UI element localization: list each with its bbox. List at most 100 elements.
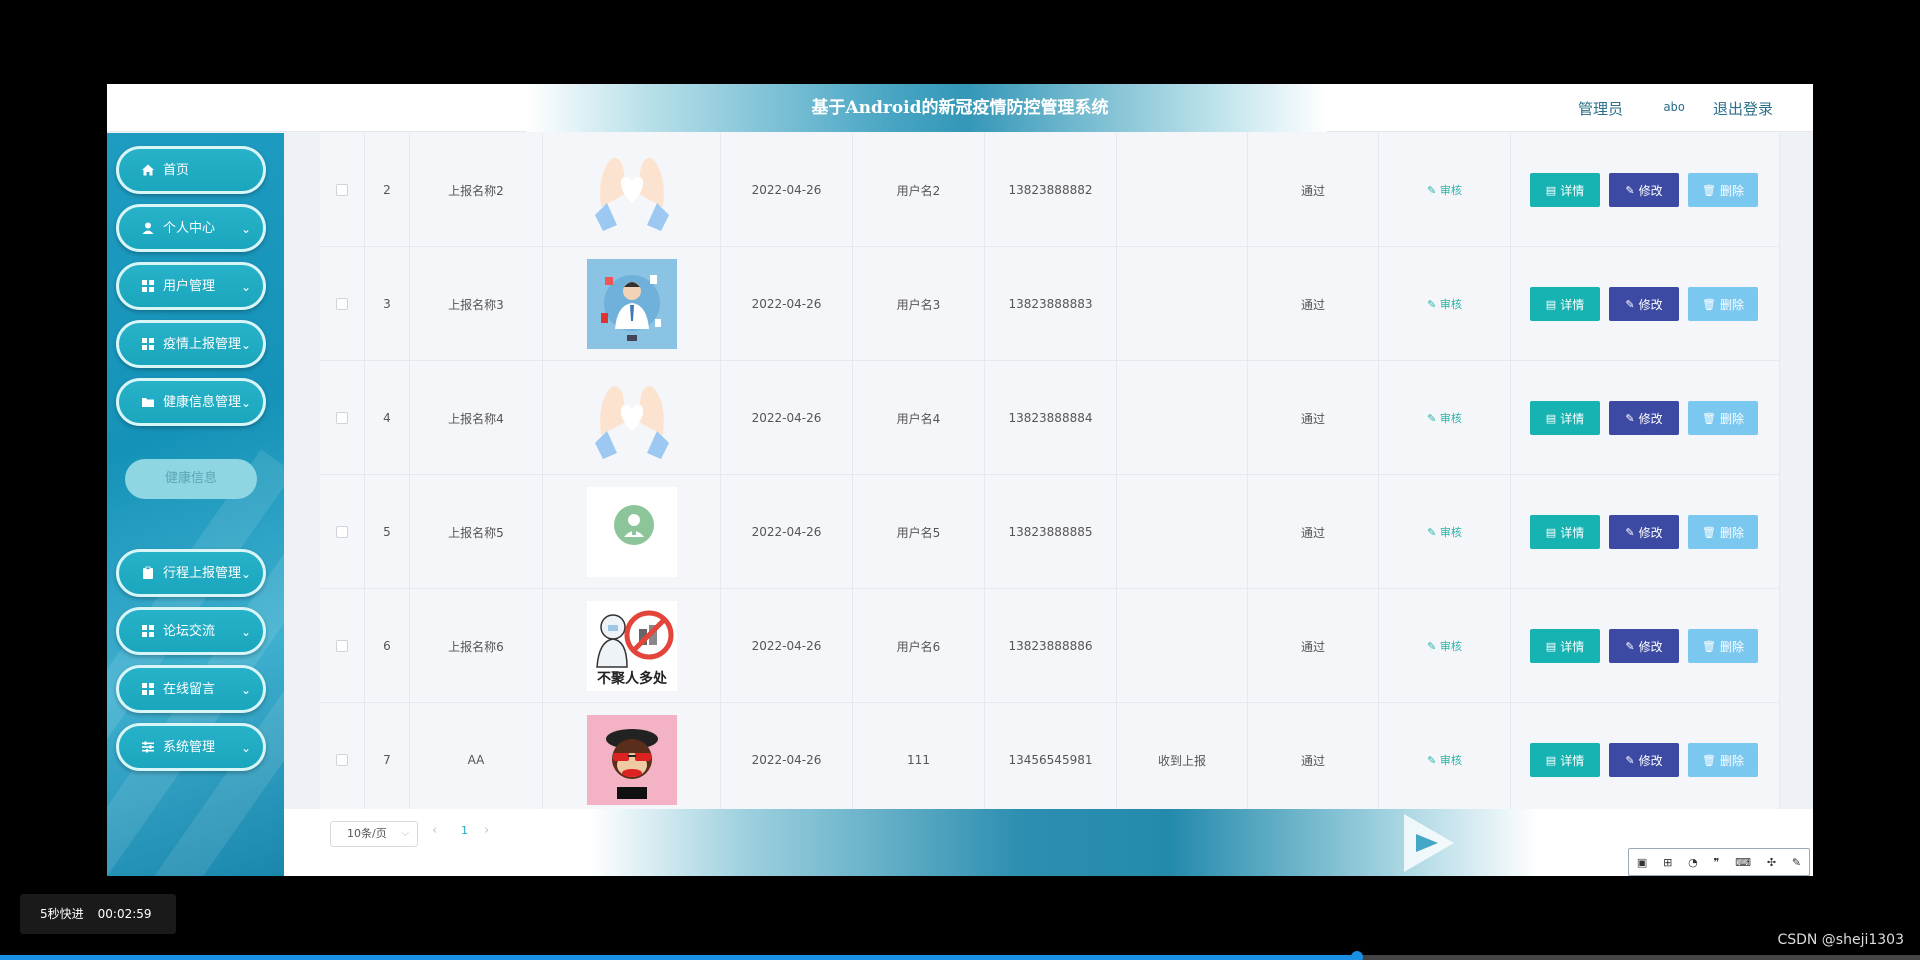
- sidebar-item-3[interactable]: 疫情上报管理 ⌄: [116, 320, 266, 368]
- remark-cell: [1117, 361, 1248, 475]
- pencil-icon: ✎: [1625, 297, 1635, 311]
- table-row: 3 上报名称3 2022-04-26 用户名3 13823888883 通过 ✎ 审核 ▤ 详情…: [320, 247, 1780, 361]
- user-role: 管理员: [1577, 100, 1623, 118]
- row-user: 用户名3: [896, 297, 941, 312]
- actions-cell: ▤ 详情 ✎ 修改 🗑 删除: [1511, 361, 1780, 475]
- medic-badge-image[interactable]: [586, 487, 677, 577]
- heart-hands-image[interactable]: [586, 373, 677, 463]
- delete-button[interactable]: 🗑 删除: [1688, 515, 1758, 549]
- audit-link[interactable]: ✎ 审核: [1427, 296, 1462, 312]
- next-page-button[interactable]: ›: [484, 823, 489, 838]
- edit-button[interactable]: ✎ 修改: [1609, 515, 1679, 549]
- row-phone: 13823888883: [1008, 297, 1093, 311]
- status-cell: 通过: [1248, 589, 1379, 703]
- detail-button[interactable]: ▤ 详情: [1530, 401, 1600, 435]
- sidebar-item-2[interactable]: 用户管理 ⌄: [116, 262, 266, 310]
- detail-button[interactable]: ▤ 详情: [1530, 743, 1600, 777]
- wrench-icon[interactable]: ✎: [1792, 856, 1801, 869]
- toolbar-icon-2[interactable]: ⊞: [1663, 856, 1672, 869]
- detail-button[interactable]: ▤ 详情: [1530, 515, 1600, 549]
- delete-button[interactable]: 🗑 删除: [1688, 173, 1758, 207]
- row-checkbox[interactable]: [336, 754, 348, 766]
- detail-button[interactable]: ▤ 详情: [1530, 629, 1600, 663]
- sidebar-item-label: 健康信息管理: [163, 395, 242, 410]
- delete-button[interactable]: 🗑 删除: [1688, 401, 1758, 435]
- submenu-item-health-info[interactable]: 健康信息: [125, 459, 257, 499]
- audit-link[interactable]: ✎ 审核: [1427, 638, 1462, 654]
- no-gathering-image[interactable]: 不聚人多处: [586, 601, 677, 691]
- video-progress-bar[interactable]: [0, 951, 1920, 960]
- row-checkbox[interactable]: [336, 298, 348, 310]
- sidebar-item-4[interactable]: 健康信息管理 ⌄: [116, 378, 266, 426]
- settings-icon[interactable]: ✣: [1767, 856, 1776, 869]
- user-icon: [141, 221, 155, 235]
- sidebar-item-label: 在线留言: [163, 682, 216, 697]
- row-name: 上报名称4: [448, 411, 504, 426]
- sidebar-item-6[interactable]: 论坛交流 ⌄: [116, 607, 266, 655]
- edit-button[interactable]: ✎ 修改: [1609, 743, 1679, 777]
- remark-cell: [1117, 247, 1248, 361]
- page-size-select[interactable]: 10条/页 ⌵: [330, 821, 418, 847]
- trash-icon: 🗑: [1702, 183, 1716, 197]
- index-cell: 7: [365, 703, 410, 817]
- row-checkbox[interactable]: [336, 640, 348, 652]
- heart-hands-image[interactable]: [586, 145, 677, 235]
- toolbar-icon-1[interactable]: ▣: [1637, 856, 1647, 869]
- actions-cell: ▤ 详情 ✎ 修改 🗑 删除: [1511, 589, 1780, 703]
- row-user: 111: [907, 753, 930, 767]
- table-row: 7 AA 2022-04-26 111 13456545981 收到上报 通过 ✎ 审核 ▤ 详情…: [320, 703, 1780, 817]
- page-number-1[interactable]: 1: [461, 824, 468, 837]
- checkbox-cell: [320, 247, 365, 361]
- sidebar-item-0[interactable]: 首页: [116, 146, 266, 194]
- remark-cell: [1117, 133, 1248, 247]
- prev-page-button[interactable]: ‹: [432, 823, 437, 838]
- cartoon-avatar-image[interactable]: [586, 715, 677, 805]
- sidebar-item-5[interactable]: 行程上报管理 ⌄: [116, 549, 266, 597]
- edit-button[interactable]: ✎ 修改: [1609, 173, 1679, 207]
- audit-link[interactable]: ✎ 审核: [1427, 752, 1462, 768]
- edit-button[interactable]: ✎ 修改: [1609, 401, 1679, 435]
- page-size-value: 10条/页: [347, 827, 387, 840]
- edit-pen-icon: ✎: [1427, 184, 1440, 197]
- delete-button[interactable]: 🗑 删除: [1688, 629, 1758, 663]
- edit-button[interactable]: ✎ 修改: [1609, 629, 1679, 663]
- trash-icon: 🗑: [1702, 753, 1716, 767]
- sidebar-item-1[interactable]: 个人中心 ⌄: [116, 204, 266, 252]
- image-cell: [543, 703, 721, 817]
- detail-button[interactable]: ▤ 详情: [1530, 287, 1600, 321]
- toolbar-icon-3[interactable]: ◔: [1688, 856, 1698, 869]
- checkbox-cell: [320, 703, 365, 817]
- phone-cell: 13823888886: [985, 589, 1117, 703]
- sidebar-item-label: 系统管理: [163, 740, 216, 755]
- progress-knob[interactable]: [1351, 951, 1364, 960]
- detail-button[interactable]: ▤ 详情: [1530, 173, 1600, 207]
- row-checkbox[interactable]: [336, 526, 348, 538]
- edit-button-label: 修改: [1638, 639, 1663, 654]
- image-cell: [543, 133, 721, 247]
- doctor-image[interactable]: [586, 259, 677, 349]
- sidebar-item-8[interactable]: 系统管理 ⌄: [116, 723, 266, 771]
- table-row: 4 上报名称4 2022-04-26 用户名4 13823888884 通过 ✎ 审核 ▤ 详情…: [320, 361, 1780, 475]
- checkbox-cell: [320, 133, 365, 247]
- audit-link[interactable]: ✎ 审核: [1427, 524, 1462, 540]
- edit-pen-icon: ✎: [1427, 412, 1440, 425]
- delete-button[interactable]: 🗑 删除: [1688, 287, 1758, 321]
- audit-link[interactable]: ✎ 审核: [1427, 410, 1462, 426]
- date-cell: 2022-04-26: [721, 247, 853, 361]
- sidebar-item-7[interactable]: 在线留言 ⌄: [116, 665, 266, 713]
- name-cell: 上报名称5: [410, 475, 543, 589]
- user-cell: 用户名6: [853, 589, 985, 703]
- audit-link[interactable]: ✎ 审核: [1427, 182, 1462, 198]
- detail-button-label: 详情: [1560, 753, 1585, 768]
- row-checkbox[interactable]: [336, 412, 348, 424]
- keyboard-icon[interactable]: ⌨: [1735, 856, 1751, 869]
- toolbar-icon-4[interactable]: ❞: [1713, 856, 1719, 869]
- sidebar-item-label: 行程上报管理: [163, 566, 242, 581]
- logout-link[interactable]: 退出登录: [1713, 98, 1773, 119]
- row-checkbox[interactable]: [336, 184, 348, 196]
- edit-button[interactable]: ✎ 修改: [1609, 287, 1679, 321]
- delete-button[interactable]: 🗑 删除: [1688, 743, 1758, 777]
- name-cell: 上报名称6: [410, 589, 543, 703]
- row-user: 用户名6: [896, 639, 941, 654]
- actions-cell: ▤ 详情 ✎ 修改 🗑 删除: [1511, 703, 1780, 817]
